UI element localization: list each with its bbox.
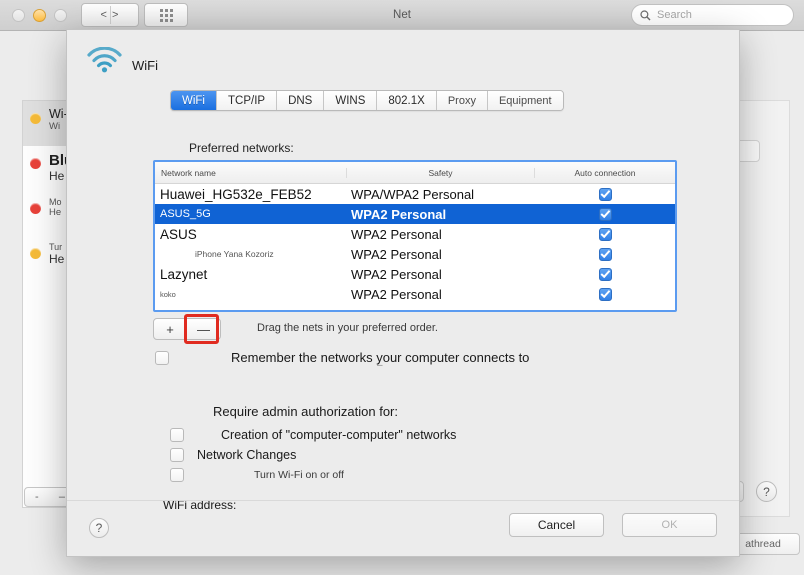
wifi-icon (87, 47, 122, 73)
cell-auto-connection[interactable] (535, 207, 675, 221)
tab-label: 802.1X (388, 94, 425, 107)
remember-networks-row[interactable]: Remember the networks your computer conn… (155, 350, 529, 365)
cell-auto-connection[interactable] (535, 227, 675, 241)
column-header-network-name: Network name (155, 167, 347, 178)
status-dot-icon (30, 248, 41, 259)
window-titlebar: < > Net Search (0, 0, 804, 31)
service-remove-label: – (58, 491, 65, 503)
cancel-label: Cancel (537, 518, 576, 532)
tab-equipment[interactable]: Equipment (487, 91, 563, 110)
admin-option-network-changes-label: Network Changes (197, 448, 297, 462)
admin-option-network-changes-checkbox[interactable] (170, 448, 184, 462)
admin-option-create-networks-checkbox[interactable] (170, 428, 184, 442)
wifi-settings-sheet: WiFi WiFi TCP/IP DNS WINS 802.1X Proxy E… (66, 29, 740, 557)
cell-safety: WPA2 Personal (351, 246, 442, 262)
tab-label: Proxy (447, 94, 476, 107)
table-row[interactable]: ASUS_5G WPA2 Personal (155, 204, 675, 224)
column-header-auto-connection: Auto connection (574, 167, 636, 178)
admin-option-toggle-wifi-row[interactable]: Turn Wi-Fi on or off (170, 468, 344, 482)
drag-hint-text: Drag the nets in your preferred order. (257, 322, 438, 334)
ok-label: OK (661, 519, 678, 531)
cell-network-name: koko (160, 289, 176, 299)
cell-network-name: Huawei_HG532e_FEB52 (160, 186, 312, 202)
background-help-button[interactable]: ? (756, 481, 777, 502)
admin-option-toggle-wifi-label: Turn Wi-Fi on or off (254, 469, 344, 481)
remember-networks-checkbox[interactable] (155, 350, 169, 365)
require-admin-label: Require admin authorization for: (213, 404, 398, 419)
add-remove-network-control[interactable]: + — (153, 318, 221, 340)
tab-label: Equipment (498, 94, 552, 107)
tab-wifi[interactable]: WiFi (171, 91, 217, 110)
add-network-button[interactable]: + (154, 319, 187, 339)
cell-network-name: Lazynet (160, 266, 208, 282)
ok-button[interactable]: OK (622, 513, 717, 537)
screen: < > Net Search Wi- Wi He Mo He Tur He - … (0, 0, 804, 575)
search-placeholder: Search (657, 9, 692, 21)
preferred-networks-table[interactable]: Network name Safety Auto connection Huaw… (153, 160, 677, 312)
cell-safety: WPA2 Personal (351, 266, 442, 282)
tab-wins[interactable]: WINS (324, 91, 378, 110)
cell-auto-connection[interactable] (535, 287, 675, 301)
auto-connect-checkbox[interactable] (598, 207, 612, 221)
admin-option-toggle-wifi-checkbox[interactable] (170, 468, 184, 482)
status-dot-icon (30, 113, 41, 124)
search-icon (640, 9, 651, 20)
help-button[interactable]: ? (89, 518, 109, 538)
status-dot-icon (30, 158, 41, 169)
admin-option-network-changes-row[interactable]: Network Changes (170, 448, 296, 462)
cell-auto-connection[interactable] (535, 247, 675, 261)
sheet-footer: ? Cancel OK (67, 500, 739, 556)
table-row[interactable]: ASUS WPA2 Personal (155, 224, 675, 244)
service-name-label: WiFi (132, 58, 158, 73)
tab-label: WiFi (182, 94, 205, 107)
tab-8021x[interactable]: 802.1X (377, 91, 437, 110)
tab-proxy[interactable]: Proxy (436, 91, 488, 110)
settings-tabs[interactable]: WiFi TCP/IP DNS WINS 802.1X Proxy Equipm… (170, 90, 564, 111)
table-row[interactable]: Lazynet WPA2 Personal (155, 264, 675, 284)
help-label: ? (763, 484, 770, 499)
table-row[interactable]: koko WPA2 Personal (155, 284, 675, 304)
admin-option-create-networks-label: Creation of "computer-computer" networks (221, 428, 457, 442)
cell-safety: WPA2 Personal (351, 226, 442, 242)
auto-connect-checkbox[interactable] (598, 267, 612, 281)
cell-safety: WPA2 Personal (351, 206, 447, 222)
help-label: ? (95, 521, 103, 535)
cancel-button[interactable]: Cancel (509, 513, 604, 537)
auto-connect-checkbox[interactable] (598, 227, 612, 241)
add-network-label: + (166, 321, 174, 337)
cell-auto-connection[interactable] (535, 187, 675, 201)
cell-network-name: ASUS (160, 226, 197, 242)
tab-label: DNS (288, 94, 313, 107)
cell-network-name: ASUS_5G (160, 208, 211, 220)
remove-network-label: — (197, 321, 210, 337)
cell-safety: WPA/WPA2 Personal (351, 186, 475, 202)
auto-connect-checkbox[interactable] (598, 287, 612, 301)
sheet-header: WiFi (67, 30, 739, 86)
admin-option-create-networks-row[interactable]: Creation of "computer-computer" networks (170, 428, 456, 442)
column-header-safety: Safety (347, 167, 535, 178)
search-input[interactable]: Search (631, 4, 794, 26)
cell-network-name: iPhone Yana Kozoriz (195, 249, 274, 259)
preferred-networks-label: Preferred networks: (189, 141, 294, 155)
tab-label: WINS (335, 94, 366, 107)
tab-dns[interactable]: DNS (277, 91, 325, 110)
auto-connect-checkbox[interactable] (598, 187, 612, 201)
auto-connect-checkbox[interactable] (598, 247, 612, 261)
table-header-row: Network name Safety Auto connection (155, 162, 675, 184)
tab-tcpip[interactable]: TCP/IP (217, 91, 278, 110)
tab-label: TCP/IP (228, 94, 266, 107)
status-dot-icon (30, 203, 41, 214)
table-row[interactable]: Huawei_HG532e_FEB52 WPA/WPA2 Personal (155, 184, 675, 204)
cell-auto-connection[interactable] (535, 267, 675, 281)
background-partial-button-label: athread (745, 538, 781, 550)
dash-marker: – (377, 360, 383, 371)
service-add-label: - (35, 491, 39, 503)
remove-network-button[interactable]: — (187, 319, 220, 339)
cell-safety: WPA2 Personal (351, 286, 442, 302)
table-row[interactable]: iPhone Yana Kozoriz WPA2 Personal (155, 244, 675, 264)
